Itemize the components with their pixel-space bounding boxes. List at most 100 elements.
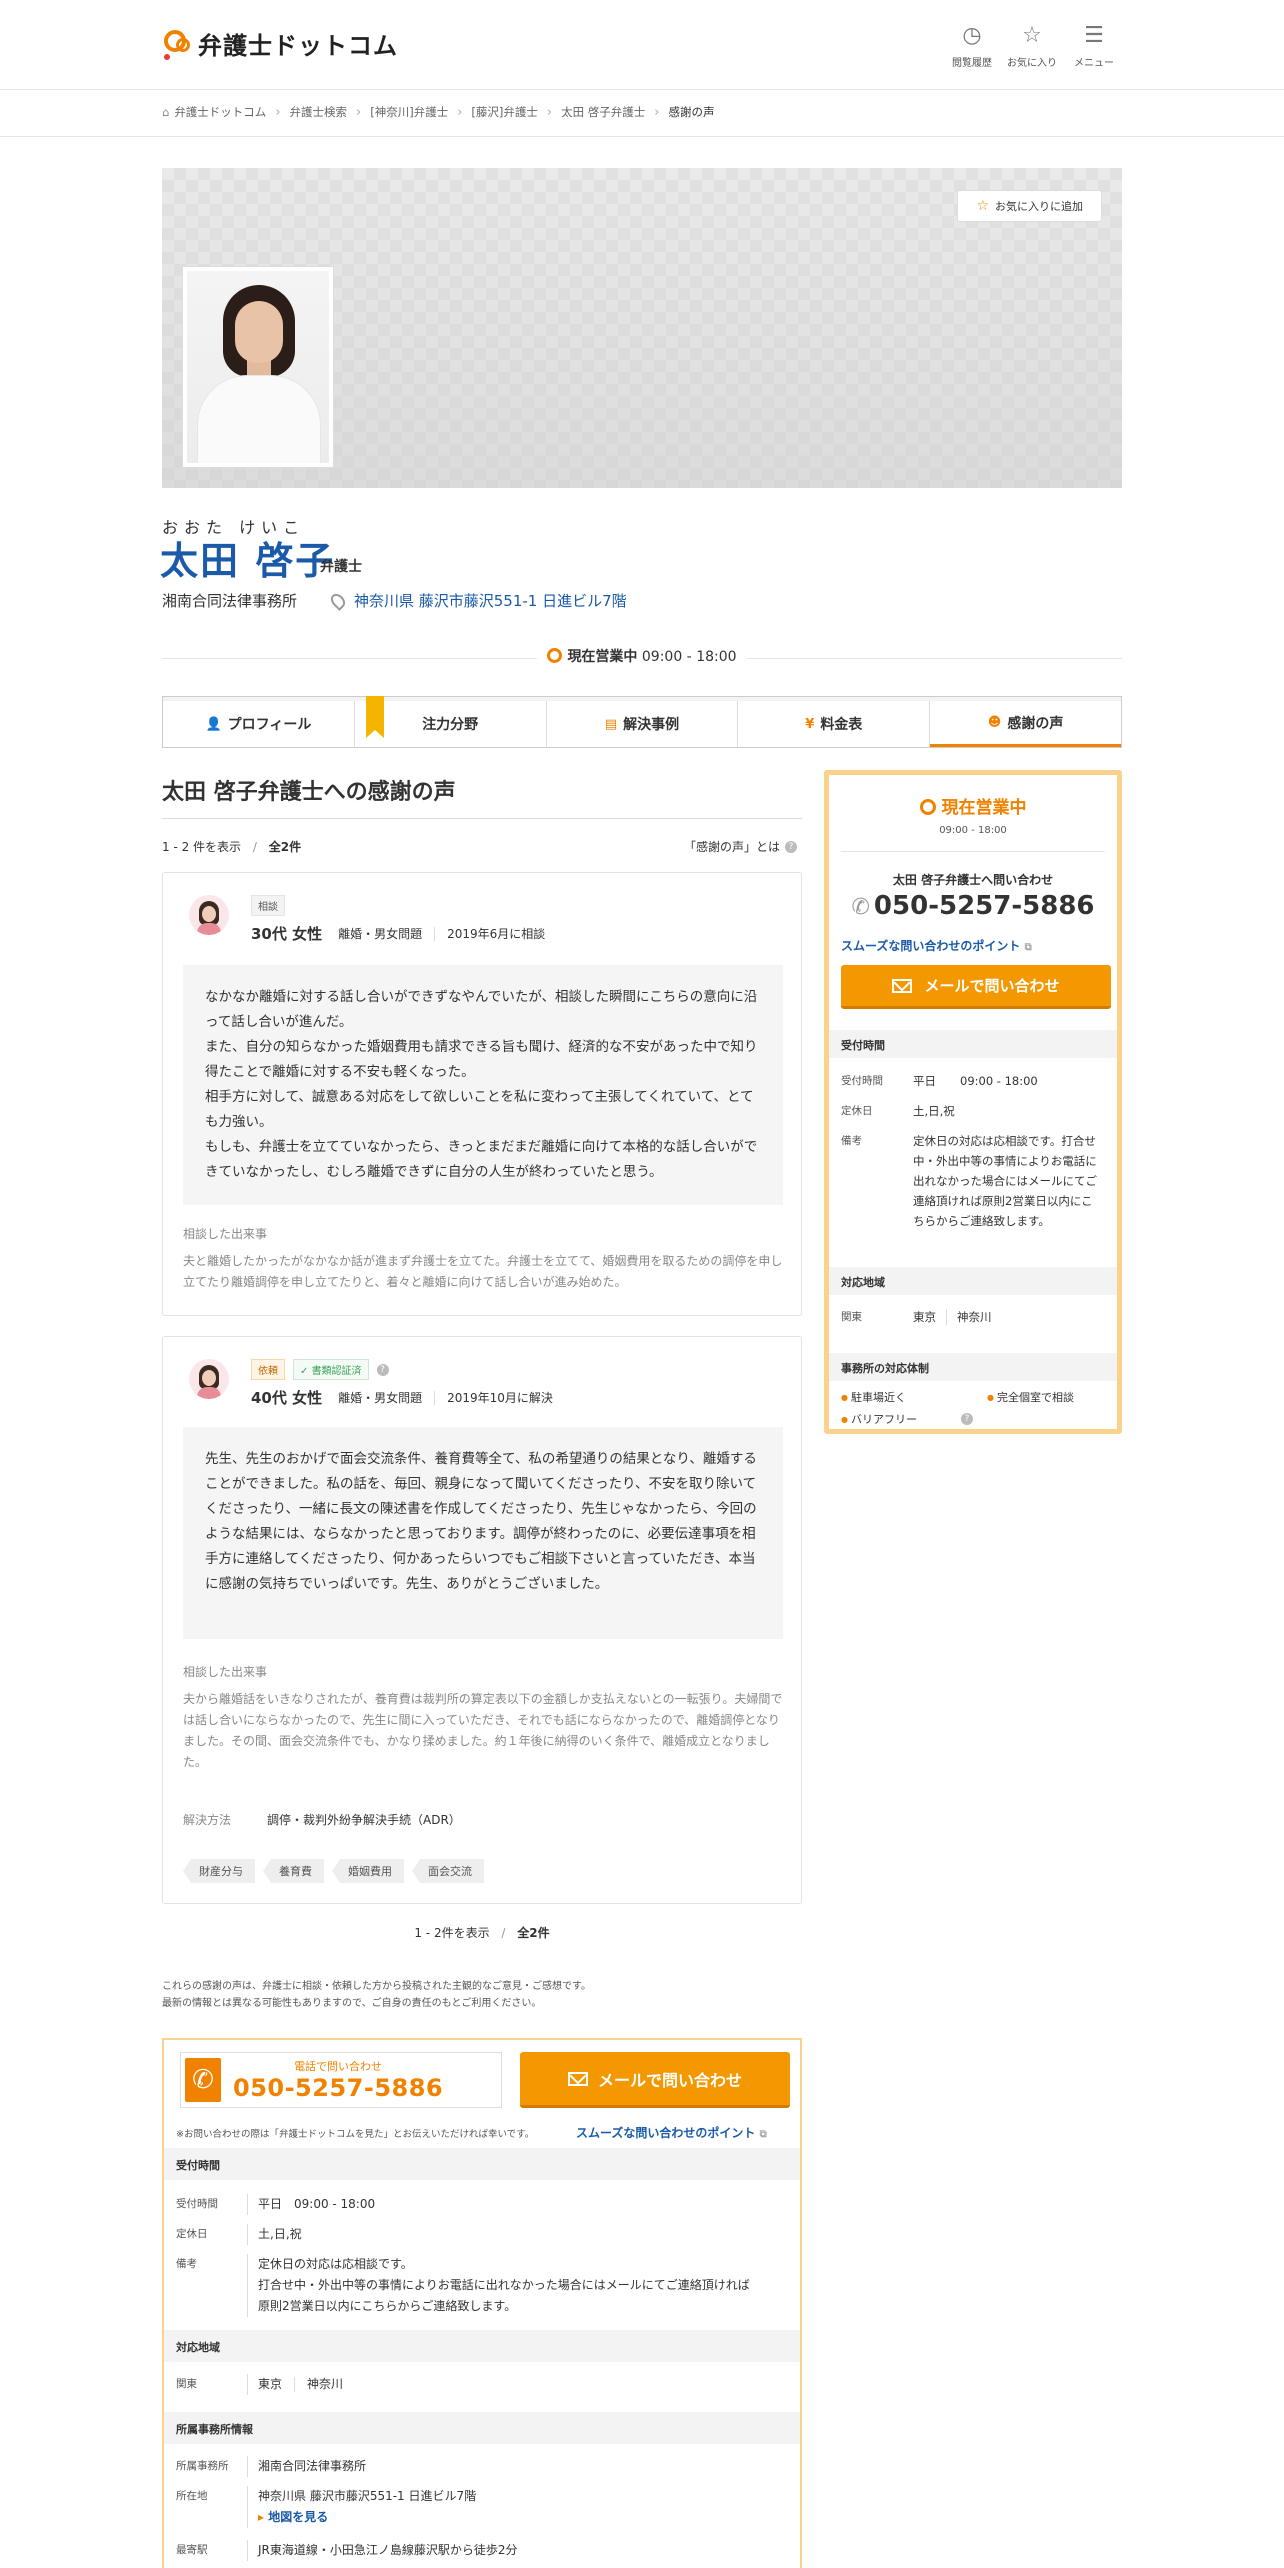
status-hours: 09:00 - 18:00 (641, 649, 737, 665)
mail-label: メールで問い合わせ (597, 2070, 742, 2090)
count-separator: / (252, 840, 257, 854)
map-pin-icon (328, 590, 348, 611)
disclaimer-line: 最新の情報とは異なる可能性もありますので、ご自身の責任のもとご利用ください。 (162, 1998, 542, 2009)
section-heading: 対応地域 (164, 2330, 800, 2362)
tab-label: 注力分野 (422, 717, 479, 733)
help-icon: ? (785, 840, 798, 853)
event-heading: 相談した出来事 (183, 1665, 268, 1679)
popup-icon: ⧉ (1024, 942, 1032, 953)
breadcrumb-separator: › (546, 104, 553, 120)
breadcrumb-lawyer[interactable]: 太田 啓子弁護士 (561, 104, 645, 120)
row-value: 原則2営業日以内にこちらからご連絡致します。 (258, 2299, 517, 2313)
tab-thanks[interactable]: ☻ 感謝の声 (930, 701, 1121, 747)
location-row: 所在地 神奈川県 藤沢市藤沢551-1 日進ビル7階 地図を見る (176, 2486, 476, 2528)
reception-row: 受付時間 平日 09:00 - 18:00 (841, 1071, 1038, 1091)
count-range: 1 - 2 件を表示 (162, 840, 242, 854)
row-value: 定休日の対応は応相談です。打合せ中・外出中等の事情によりお電話に出れなかった場合… (913, 1134, 1097, 1228)
row-key: 受付時間 (841, 1075, 883, 1087)
logo-mark-icon (162, 28, 194, 60)
contact-tips-link[interactable]: スムーズな問い合わせのポイント ⧉ (841, 937, 1032, 954)
row-value: 東京 (258, 2377, 283, 2391)
tab-label: 解決事例 (623, 717, 680, 733)
row-value: 神奈川 (307, 2377, 344, 2391)
sidebar-status: 現在営業中 (829, 793, 1117, 818)
breadcrumb-separator: › (457, 104, 463, 120)
lawyer-name: 太田 啓子 (160, 539, 336, 583)
lawyer-role: 弁護士 (320, 559, 362, 575)
disclaimer-line: これらの感謝の声は、弁護士に相談・依頼した方から投稿された主観的なご意見・ご感想… (162, 1981, 591, 1992)
menu-button[interactable]: ☰ メニュー (1064, 22, 1124, 69)
bookmark-ribbon-icon (366, 696, 384, 738)
row-key: 所在地 (176, 2486, 248, 2528)
office-address-link[interactable]: 神奈川県 藤沢市藤沢551-1 日進ビル7階 (328, 590, 627, 611)
breadcrumb-city[interactable]: [藤沢]弁護士 (471, 104, 537, 120)
phone-number: 050-5257-5886 (873, 891, 1095, 921)
feature-item: バリアフリー (841, 1411, 917, 1427)
help-icon[interactable]: ? (961, 1413, 973, 1425)
disclaimer: これらの感謝の声は、弁護士に相談・依頼した方から投稿された主観的なご意見・ご感想… (162, 1978, 591, 2012)
topic-tags: 財産分与 養育費 婚姻費用 面会交流 (183, 1859, 484, 1883)
area-row: 関東 東京 神奈川 (176, 2374, 343, 2395)
review-date: 2019年6月に相談 (447, 927, 546, 941)
topic-tag[interactable]: 婚姻費用 (332, 1859, 404, 1883)
pagination-summary: 1 - 2件を表示 / 全2件 (162, 1924, 802, 1941)
tab-fees[interactable]: ¥ 料金表 (738, 701, 931, 747)
history-button[interactable]: ◷ 閲覧履歴 (942, 22, 1002, 69)
event-text: 夫から離婚話をいきなりされたが、養育費は裁判所の算定表以下の金額しか支払えないと… (183, 1692, 783, 1769)
contact-sidebar: 現在営業中 09:00 - 18:00 太田 啓子弁護士へ問い合わせ ✆ 050-… (824, 770, 1122, 1434)
event-text: 夫と離婚したかったがなかなか話が進まず弁護士を立てた。弁護士を立てて、婚姻費用を… (183, 1254, 783, 1289)
tab-profile[interactable]: 👤 プロフィール (163, 701, 355, 747)
contact-tips-link[interactable]: スムーズな問い合わせのポイント ⧉ (576, 2124, 767, 2141)
breadcrumb-home[interactable]: 弁護士ドットコム (174, 104, 266, 120)
section-heading: 事務所の対応体制 (829, 1353, 1117, 1381)
pager-total: 全2件 (517, 1926, 550, 1940)
topic-tag[interactable]: 財産分与 (183, 1859, 255, 1883)
topic-tag[interactable]: 養育費 (263, 1859, 324, 1883)
envelope-icon (892, 978, 913, 993)
favorites-button[interactable]: ☆ お気に入り (1002, 22, 1062, 69)
sidebar-phone-link[interactable]: ✆ 050-5257-5886 (829, 891, 1117, 921)
topic-tag[interactable]: 面会交流 (412, 1859, 484, 1883)
section-heading: 対応地域 (829, 1267, 1117, 1295)
row-value: 09:00 - 18:00 (960, 1074, 1038, 1088)
status-ring-icon (919, 799, 936, 815)
mail-contact-button[interactable]: メールで問い合わせ (520, 2052, 790, 2108)
office-name: 湘南合同法律事務所 (162, 592, 298, 610)
row-key: 受付時間 (176, 2194, 248, 2215)
method-value: 調停・裁判外紛争解決手続（ADR） (267, 1813, 461, 1827)
phone-icon: ✆ (851, 895, 870, 920)
envelope-icon (567, 2071, 588, 2086)
event-heading: 相談した出来事 (183, 1227, 268, 1241)
review-quote: 先生、先生のおかげで面会交流条件、養育費等全て、私の希望通りの結果となり、離婚す… (183, 1427, 783, 1639)
sidebar-hours: 09:00 - 18:00 (939, 825, 1007, 836)
view-map-link[interactable]: 地図を見る (258, 2507, 476, 2528)
review-date: 2019年10月に解決 (447, 1391, 553, 1405)
site-logo[interactable]: 弁護士ドットコム (162, 26, 398, 61)
phone-contact-box[interactable]: ✆ 電話で問い合わせ 050-5257-5886 (180, 2052, 502, 2108)
help-icon[interactable]: ? (376, 1363, 389, 1376)
breadcrumb-prefecture[interactable]: [神奈川]弁護士 (370, 104, 448, 120)
add-favorite-label: お気に入りに追加 (995, 200, 1083, 213)
breadcrumb-search[interactable]: 弁護士検索 (290, 104, 348, 120)
section-heading: 所属事務所情報 (164, 2412, 800, 2444)
breadcrumb-separator: › (275, 104, 281, 120)
site-header: 弁護士ドットコム ◷ 閲覧履歴 ☆ お気に入り ☰ メニュー (0, 0, 1284, 90)
row-key: 最寄駅 (176, 2540, 248, 2561)
mail-label: メールで問い合わせ (924, 977, 1060, 995)
status-ring-icon (547, 648, 563, 663)
sidebar-mail-button[interactable]: メールで問い合わせ (841, 965, 1111, 1009)
phone-label: 電話で問い合わせ (294, 2060, 383, 2073)
tab-cases[interactable]: ▤ 解決事例 (546, 701, 739, 747)
tips-label: スムーズな問い合わせのポイント (841, 939, 1021, 953)
verified-badge: ✓ 書類認証済 (293, 1359, 369, 1380)
popup-icon: ⧉ (759, 2129, 767, 2140)
row-key: 定休日 (176, 2224, 248, 2245)
about-label: 「感謝の声」とは (684, 840, 781, 854)
row-value: 神奈川 (957, 1310, 992, 1324)
office-address: 神奈川県 藤沢市藤沢551-1 日進ビル7階 (354, 592, 627, 610)
phone-icon: ✆ (185, 2058, 221, 2102)
row-value: 東京 (913, 1310, 936, 1324)
about-thanks-link[interactable]: 「感謝の声」とは ? (684, 838, 798, 855)
add-favorite-button[interactable]: ☆ お気に入りに追加 (957, 190, 1102, 222)
breadcrumb: ⌂ 弁護士ドットコム › 弁護士検索 › [神奈川]弁護士 › [藤沢]弁護士 … (162, 104, 714, 120)
